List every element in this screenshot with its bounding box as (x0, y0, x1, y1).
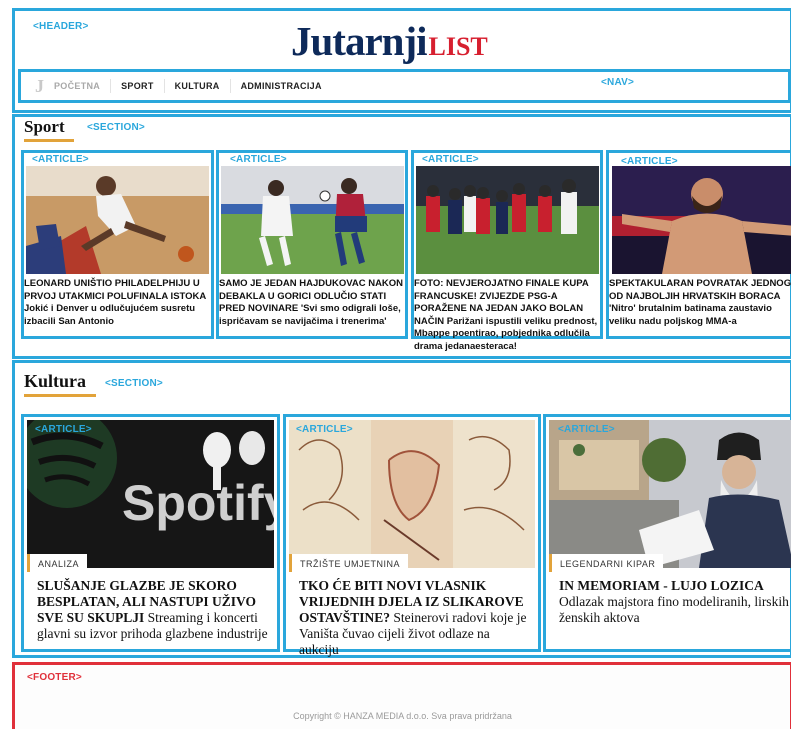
article-image[interactable]: Spotify (27, 420, 274, 568)
article-annotation-label: <ARTICLE> (296, 424, 353, 435)
kultura-section-annotation-label: <SECTION> (105, 378, 163, 389)
sport-article-3[interactable]: <ARTICLE> FOTO: NEVJEROJATNO FINALE KUPA… (411, 150, 603, 352)
nav-item-administracija[interactable]: ADMINISTRACIJA (229, 79, 332, 93)
article-annotation-label: <ARTICLE> (32, 154, 89, 165)
nav-item-kultura[interactable]: KULTURA (163, 79, 230, 93)
article-annotation-label: <ARTICLE> (35, 424, 92, 435)
article-text[interactable]: SAMO JE JEDAN HAJDUKOVAC NAKON DEBAKLA U… (219, 278, 407, 328)
kultura-article-2[interactable]: TRŽIŠTE UMJETNINA <ARTICLE> TKO ĆE BITI … (283, 414, 541, 657)
article-annotation-label: <ARTICLE> (558, 424, 615, 435)
sport-section-annotation-label: <SECTION> (87, 122, 145, 133)
article-text[interactable]: IN MEMORIAM - LUJO LOZICA Odlazak majsto… (559, 578, 791, 626)
article-image[interactable] (612, 166, 791, 274)
article-subheadline: Jokić i Denver u odlučujućem susretu izb… (24, 303, 196, 327)
article-text[interactable]: FOTO: NEVJEROJATNO FINALE KUPA FRANCUSKE… (414, 278, 602, 353)
sport-article-4[interactable]: <ARTICLE> SPEKTAKULARAN POVRATAK JEDNOG … (606, 150, 791, 339)
sport-article-2[interactable]: <ARTICLE> SAMO JE JEDAN HAJDUKOVAC NAKON… (216, 150, 408, 339)
article-image[interactable] (416, 166, 599, 274)
logo-accent-text: LIST (428, 32, 488, 61)
article-annotation-label: <ARTICLE> (230, 154, 287, 165)
article-category-badge: TRŽIŠTE UMJETNINA (289, 554, 408, 572)
kultura-article-1[interactable]: Spotify ANALIZA <ARTICLE> SLUŠANJE GLAZB… (21, 414, 280, 652)
nav-item-pocetna[interactable]: POČETNA (52, 79, 110, 93)
main-nav: <NAV> J POČETNA SPORT KULTURA ADMINISTRA… (18, 69, 791, 103)
kultura-section-title[interactable]: Kultura (24, 371, 86, 392)
sport-title-underline (24, 139, 74, 142)
article-subheadline: 'Nitro' brutalnim batinama zaustavio vel… (609, 303, 772, 327)
footer-copyright: Copyright © HANZA MEDIA d.o.o. Sva prava… (293, 711, 512, 721)
nav-item-sport[interactable]: SPORT (110, 79, 164, 93)
article-image[interactable] (549, 420, 791, 568)
site-logo[interactable]: JutarnjiLIST (291, 17, 531, 65)
header-annotation-label: <HEADER> (33, 21, 89, 32)
article-text[interactable]: SPEKTAKULARAN POVRATAK JEDNOG OD NAJBOLJ… (609, 278, 791, 328)
footer-annotation-label: <FOOTER> (27, 672, 82, 683)
sport-section-title[interactable]: Sport (24, 117, 65, 137)
article-headline: IN MEMORIAM - LUJO LOZICA (559, 578, 764, 593)
kultura-title-underline (24, 394, 96, 397)
article-category-badge: ANALIZA (27, 554, 88, 572)
kultura-article-3[interactable]: LEGENDARNI KIPAR <ARTICLE> IN MEMORIAM -… (543, 414, 791, 652)
article-annotation-label: <ARTICLE> (422, 154, 479, 165)
sport-section: Sport <SECTION> <ARTICLE> LEONARD UNIŠTI… (12, 114, 791, 359)
site-footer: <FOOTER> Copyright © HANZA MEDIA d.o.o. … (12, 662, 791, 729)
sport-article-1[interactable]: <ARTICLE> LEONARD UNIŠTIO PHILADELPHIJU … (21, 150, 214, 339)
spotify-word-in-image: Spotify (122, 475, 274, 531)
article-headline: LEONARD UNIŠTIO PHILADELPHIJU U PRVOJ UT… (24, 278, 207, 302)
article-text[interactable]: SLUŠANJE GLAZBE JE SKORO BESPLATAN, ALI … (37, 578, 273, 642)
article-text[interactable]: TKO ĆE BITI NOVI VLASNIK VRIJEDNIH DJELA… (299, 578, 527, 658)
article-image[interactable] (221, 166, 404, 274)
kultura-section: Kultura <SECTION> Spotify ANALIZA <ARTIC… (12, 360, 791, 658)
home-j-icon[interactable]: J (35, 76, 44, 97)
article-category-badge: LEGENDARNI KIPAR (549, 554, 664, 572)
article-image[interactable] (289, 420, 535, 568)
logo-main-text: Jutarnji (291, 18, 427, 64)
article-text[interactable]: LEONARD UNIŠTIO PHILADELPHIJU U PRVOJ UT… (24, 278, 214, 328)
article-headline: SPEKTAKULARAN POVRATAK JEDNOG OD NAJBOLJ… (609, 278, 791, 302)
article-image[interactable] (26, 166, 209, 274)
article-subheadline: Odlazak majstora fino modeliranih, lirsk… (559, 594, 789, 625)
